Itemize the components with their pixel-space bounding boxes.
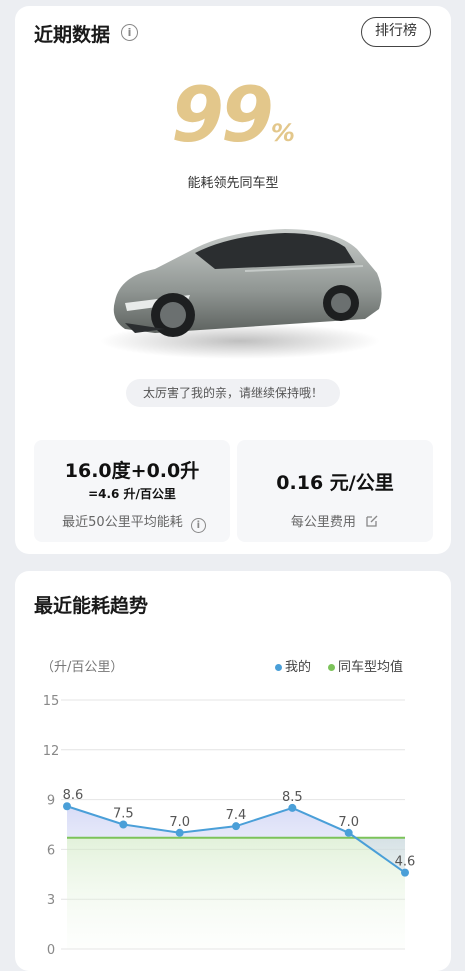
data-label: 7.0 <box>338 815 359 830</box>
energy-stat-box: 16.0度+0.0升 =4.6 升/百公里 最近50公里平均能耗 i <box>34 440 230 542</box>
data-label: 7.0 <box>169 815 190 830</box>
y-tick-label: 12 <box>43 744 60 759</box>
cost-stat-box: 0.16 元/公里 每公里费用 <box>237 440 433 542</box>
energy-value: 16.0度+0.0升 <box>64 460 200 482</box>
data-label: 4.6 <box>395 855 416 870</box>
mine-data-point <box>175 828 184 837</box>
mine-data-point <box>63 802 71 811</box>
y-tick-label: 9 <box>47 794 55 809</box>
y-tick-label: 15 <box>43 694 60 709</box>
cost-caption-text: 每公里费用 <box>290 515 356 530</box>
y-tick-label: 3 <box>47 893 55 908</box>
data-label: 7.5 <box>113 807 134 822</box>
mine-data-point <box>232 822 240 831</box>
average-area <box>67 837 405 949</box>
energy-caption-text: 最近50公里平均能耗 <box>62 515 183 530</box>
mine-data-point <box>401 868 409 877</box>
score-display: 99% <box>15 70 451 160</box>
score-unit: % <box>270 119 295 147</box>
car-image <box>100 229 382 359</box>
data-label: 8.6 <box>63 788 84 803</box>
score-value: 99 <box>171 70 274 159</box>
data-label: 7.4 <box>226 808 247 823</box>
edit-icon[interactable] <box>365 514 379 528</box>
mine-data-point <box>119 820 128 829</box>
y-tick-label: 6 <box>47 843 55 858</box>
recent-data-card: 近期数据 i 排行榜 99% 能耗领先同车型 太厉害了我的亲，请继续保持哦！ 1… <box>15 6 451 554</box>
cost-caption: 每公里费用 <box>237 511 433 530</box>
energy-trend-chart: 0 3 6 9 12 15 8.6 7.5 7.0 7.4 8.5 7.0 4.6 <box>43 694 416 958</box>
y-tick-label: 0 <box>47 943 55 958</box>
cost-value: 0.16 元/公里 <box>276 472 394 494</box>
energy-caption: 最近50公里平均能耗 i <box>34 511 230 533</box>
praise-message: 太厉害了我的亲，请继续保持哦！ <box>126 379 340 407</box>
energy-per-100km: =4.6 升/百公里 <box>88 487 176 501</box>
recent-data-title: 近期数据 <box>34 24 111 46</box>
trend-card: 最近能耗趋势 （升/百公里） 我的 同车型均值 0 3 6 9 12 15 8.6 7.5 7.… <box>15 571 451 971</box>
ranking-button[interactable]: 排行榜 <box>361 17 431 47</box>
info-icon[interactable]: i <box>121 24 138 41</box>
data-label: 8.5 <box>282 790 303 805</box>
energy-info-icon[interactable]: i <box>190 518 206 533</box>
mine-data-point <box>344 828 353 837</box>
lead-text: 能耗领先同车型 <box>187 176 279 191</box>
mine-data-point <box>288 803 297 812</box>
